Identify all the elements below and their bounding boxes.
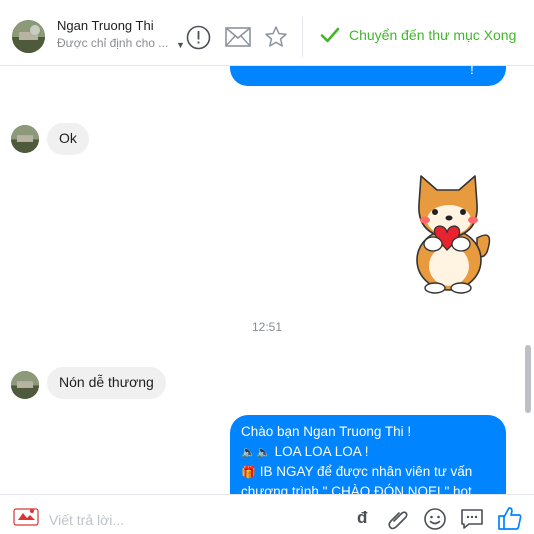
move-to-done-button[interactable]: Chuyển đến thư mục Xong [320, 27, 516, 43]
payment-button[interactable]: đ [357, 508, 367, 528]
paperclip-icon[interactable] [386, 507, 410, 531]
contact-name[interactable]: Ngan Truong Thi [57, 18, 154, 33]
message-line: Chào bạn Ngan Truong Thi ! [241, 424, 412, 439]
page-avatar [13, 506, 39, 526]
message-text: Nón dễ thương [59, 374, 154, 391]
outgoing-message: Chào bạn Ngan Truong Thi ! 🔈🔈 LOA LOA LO… [230, 415, 506, 494]
move-to-done-label: Chuyển đến thư mục Xong [349, 27, 517, 43]
message-list[interactable]: ! Ok 12:51 Nón dễ thương Chào bạn Ngan T… [0, 66, 522, 494]
header-divider [302, 17, 303, 57]
message-line: 🎁 IB NGAY để được nhân viên tư vấn [241, 462, 495, 482]
speaker-icon: 🔈🔈 [241, 445, 271, 459]
message-timestamp: 12:51 [251, 320, 283, 334]
message-text: Ok [59, 130, 77, 147]
spam-alert-icon[interactable] [186, 25, 211, 50]
reply-input[interactable]: Viết trả lời... [49, 512, 124, 528]
chevron-down-icon[interactable]: ▼ [176, 40, 185, 50]
thumbs-up-icon[interactable] [497, 505, 523, 531]
contact-avatar-small [11, 125, 39, 153]
checkmark-icon [320, 27, 340, 43]
message-line-text: LOA LOA LOA ! [274, 444, 369, 459]
contact-avatar[interactable] [12, 20, 45, 53]
message-line: chương trình " CHÀO ĐÓN NOEL" hot [241, 484, 472, 494]
reply-composer: Viết trả lời... đ [0, 494, 534, 534]
contact-avatar-small [11, 371, 39, 399]
message-line: 🔈🔈 LOA LOA LOA ! [241, 442, 495, 462]
mail-icon[interactable] [225, 27, 251, 47]
shiba-heart-sticker [397, 168, 497, 296]
saved-reply-icon[interactable] [459, 507, 485, 531]
incoming-message: Nón dễ thương [47, 367, 166, 399]
star-icon[interactable] [264, 25, 288, 49]
assign-dropdown[interactable]: Được chỉ định cho ... [57, 36, 168, 50]
scrollbar-thumb[interactable] [525, 345, 531, 413]
incoming-message: Ok [47, 123, 89, 155]
message-line-text: IB NGAY để được nhân viên tư vấn [259, 464, 473, 479]
message-text: ! [470, 66, 474, 78]
outgoing-message-partial: ! [230, 66, 506, 86]
gift-icon: 🎁 [241, 465, 256, 479]
conversation-header: Ngan Truong Thi Được chỉ định cho ... ▼ … [0, 0, 534, 66]
smile-icon[interactable] [423, 507, 447, 531]
